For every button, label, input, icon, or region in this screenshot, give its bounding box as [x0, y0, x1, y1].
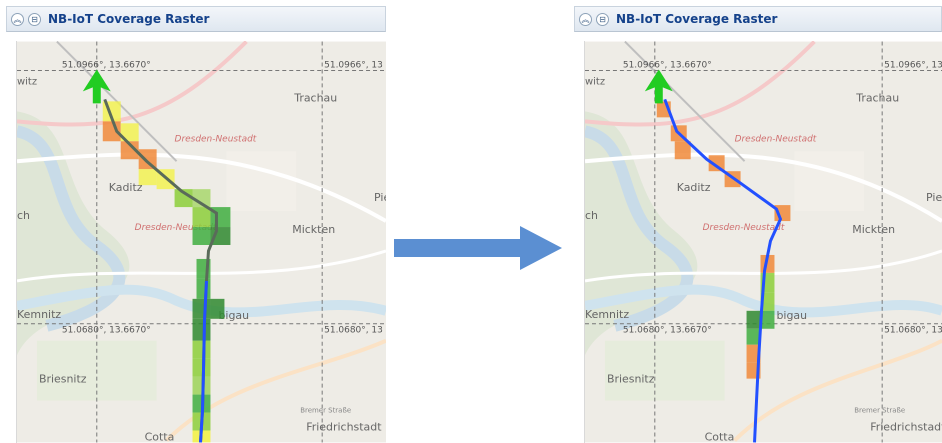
park-area	[604, 340, 725, 401]
panel-header: ︽ ⊟ NB-IoT Coverage Raster	[574, 6, 942, 32]
place-label-trachau: Trachau	[293, 91, 337, 104]
coverage-tile[interactable]	[192, 318, 211, 341]
place-label: ch	[17, 209, 30, 222]
place-label-mickten: Mickten	[292, 223, 335, 236]
place-label-briesnitz: Briesnitz	[607, 373, 655, 386]
coverage-map[interactable]: 51.0966°, 13.6670° 51.0966°, 13 51.0680°…	[584, 41, 942, 443]
place-label-kemnitz: Kemnitz	[585, 308, 629, 321]
coverage-tile[interactable]	[192, 298, 211, 319]
coverage-tile[interactable]	[138, 169, 157, 186]
right-coverage-panel: ︽ ⊟ NB-IoT Coverage Raster 51.0966°, 13.…	[574, 6, 942, 443]
coord-label-top-left: 51.0966°, 13.6670°	[62, 60, 151, 70]
coverage-map[interactable]: 51.0966°, 13.6670° 51.0966°, 13 51.0680°…	[16, 41, 386, 443]
place-label-kemnitz: Kemnitz	[17, 308, 61, 321]
coord-label-bottom-left: 51.0680°, 13.6670°	[62, 326, 151, 336]
coverage-tile[interactable]	[192, 340, 211, 359]
coverage-tile[interactable]	[196, 278, 211, 299]
place-label-friedrichstadt: Friedrichstadt	[870, 420, 942, 433]
place-label-trachau: Trachau	[855, 91, 899, 104]
street-label: Bremer Straße	[854, 407, 905, 415]
coord-label-bottom-right: 51.0680°, 13	[324, 326, 383, 336]
pin-icon[interactable]: ⊟	[28, 12, 41, 26]
panel-header: ︽ ⊟ NB-IoT Coverage Raster	[6, 6, 386, 32]
coverage-tile[interactable]	[746, 310, 761, 329]
coverage-tile[interactable]	[192, 358, 211, 377]
coord-label-top-right: 51.0966°, 13	[324, 60, 383, 70]
place-label-pieschen: Pie	[374, 191, 386, 204]
coord-label-bottom-left: 51.0680°, 13.6670°	[623, 326, 712, 336]
coord-label-bottom-right: 51.0680°, 13	[884, 326, 942, 336]
panel-title: NB-IoT Coverage Raster	[616, 12, 778, 26]
place-label-dresden-neustadt: Dresden-Neustadt	[703, 223, 785, 233]
place-label-kaditz: Kaditz	[109, 181, 143, 194]
map-canvas[interactable]: 51.0966°, 13.6670° 51.0966°, 13 51.0680°…	[585, 41, 942, 443]
place-label-pieschen: Pie	[926, 191, 942, 204]
place-label-mickten: Mickten	[852, 223, 895, 236]
coverage-tile[interactable]	[192, 227, 211, 245]
place-label-ubigau: bigau	[776, 309, 807, 322]
place-label-cotta: Cotta	[145, 430, 175, 443]
pin-icon[interactable]: ⊟	[596, 12, 609, 26]
double-chevron-up-icon[interactable]: ︽	[11, 12, 24, 26]
place-label-friedrichstadt: Friedrichstadt	[306, 420, 382, 433]
place-label: ch	[585, 209, 598, 222]
coverage-tile[interactable]	[210, 298, 225, 319]
place-label-dresden-neustadt: Dresden-Neustadt	[175, 134, 257, 144]
panel-title: NB-IoT Coverage Raster	[48, 12, 210, 26]
double-chevron-up-icon[interactable]: ︽	[579, 12, 592, 26]
coord-label-top-left: 51.0966°, 13.6670°	[623, 60, 712, 70]
right-arrow-icon	[394, 226, 562, 270]
coverage-tile[interactable]	[192, 207, 211, 228]
place-label: witz	[17, 76, 37, 87]
place-label-dresden-neustadt: Dresden-Neustadt	[735, 134, 817, 144]
coord-label-top-right: 51.0966°, 13	[884, 60, 942, 70]
street-label: Bremer Straße	[300, 407, 351, 415]
place-label-briesnitz: Briesnitz	[39, 373, 87, 386]
urban-block	[226, 151, 297, 212]
urban-block	[794, 151, 865, 212]
map-canvas[interactable]: 51.0966°, 13.6670° 51.0966°, 13 51.0680°…	[17, 41, 386, 443]
place-label-kaditz: Kaditz	[677, 181, 711, 194]
place-label-cotta: Cotta	[705, 430, 735, 443]
place-label: witz	[585, 76, 605, 87]
left-coverage-panel: ︽ ⊟ NB-IoT Coverage Raster 51.0966°, 13.…	[6, 6, 386, 443]
